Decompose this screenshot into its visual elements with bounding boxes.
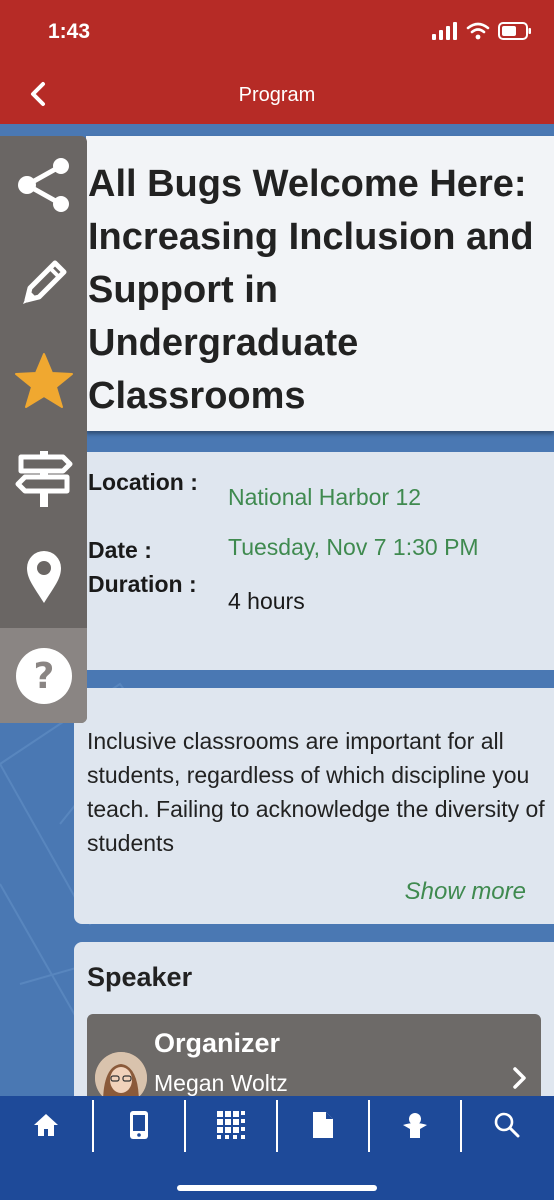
- battery-icon: [498, 22, 531, 40]
- tab-people[interactable]: [369, 1096, 461, 1154]
- search-icon: [494, 1112, 520, 1138]
- home-icon: [34, 1114, 58, 1136]
- top-bar: 1:43 Program: [0, 0, 554, 124]
- pencil-icon: [22, 260, 66, 304]
- grid-icon: [217, 1111, 245, 1139]
- side-toolbar: ?: [0, 136, 87, 723]
- location-row: Location : National Harbor 12: [88, 468, 548, 528]
- phone-icon: [130, 1111, 148, 1139]
- document-icon: [313, 1112, 333, 1138]
- person-icon: [403, 1113, 427, 1138]
- organizer-role: Organizer: [154, 1028, 281, 1058]
- wifi-icon: [466, 22, 490, 40]
- location-value[interactable]: National Harbor 12: [228, 484, 421, 511]
- location-label: Location :: [88, 469, 198, 495]
- directions-button[interactable]: [0, 430, 87, 528]
- duration-row: Duration : 4 hours: [88, 570, 548, 630]
- session-title: All Bugs Welcome Here: Increasing Inclus…: [88, 163, 534, 417]
- help-icon: ?: [15, 647, 72, 704]
- status-icons: [432, 22, 532, 40]
- chevron-right-icon: [513, 1067, 526, 1089]
- svg-text:?: ?: [33, 656, 54, 697]
- date-label: Date :: [88, 537, 152, 563]
- session-title-card: All Bugs Welcome Here: Increasing Inclus…: [86, 136, 554, 431]
- speaker-card: Speaker Organizer Megan Woltz: [74, 942, 554, 1104]
- tab-home[interactable]: [0, 1096, 92, 1154]
- duration-label: Duration :: [88, 571, 197, 597]
- tab-search[interactable]: [461, 1096, 553, 1154]
- duration-value: 4 hours: [228, 588, 305, 614]
- favorite-button[interactable]: [0, 332, 87, 430]
- session-info-card: Location : National Harbor 12 Date : Tue…: [80, 452, 554, 670]
- speaker-heading: Speaker: [87, 962, 193, 992]
- date-row: Date : Tuesday, Nov 7 1:30 PM: [88, 534, 548, 568]
- signpost-icon: [15, 451, 72, 507]
- signal-icon: [432, 22, 457, 40]
- date-value[interactable]: Tuesday, Nov 7 1:30 PM: [228, 534, 479, 561]
- tab-mobile[interactable]: [93, 1096, 185, 1154]
- map-button[interactable]: [0, 528, 87, 626]
- speaker-name: Megan Woltz: [154, 1070, 288, 1096]
- home-indicator[interactable]: [177, 1185, 377, 1191]
- help-button[interactable]: ?: [0, 628, 87, 723]
- show-more-link[interactable]: Show more: [405, 878, 526, 906]
- status-time: 1:43: [48, 20, 91, 43]
- map-pin-icon: [26, 551, 61, 603]
- organizer-item[interactable]: Organizer Megan Woltz: [87, 1014, 541, 1104]
- page-title: Program: [238, 84, 316, 106]
- notes-button[interactable]: [0, 234, 87, 332]
- session-description: Inclusive classrooms are important for a…: [87, 728, 545, 856]
- tab-grid[interactable]: [185, 1096, 277, 1154]
- star-icon: [14, 353, 73, 408]
- share-icon: [17, 158, 69, 212]
- share-button[interactable]: [0, 136, 87, 234]
- description-card: Inclusive classrooms are important for a…: [74, 688, 554, 924]
- tab-documents[interactable]: [277, 1096, 369, 1154]
